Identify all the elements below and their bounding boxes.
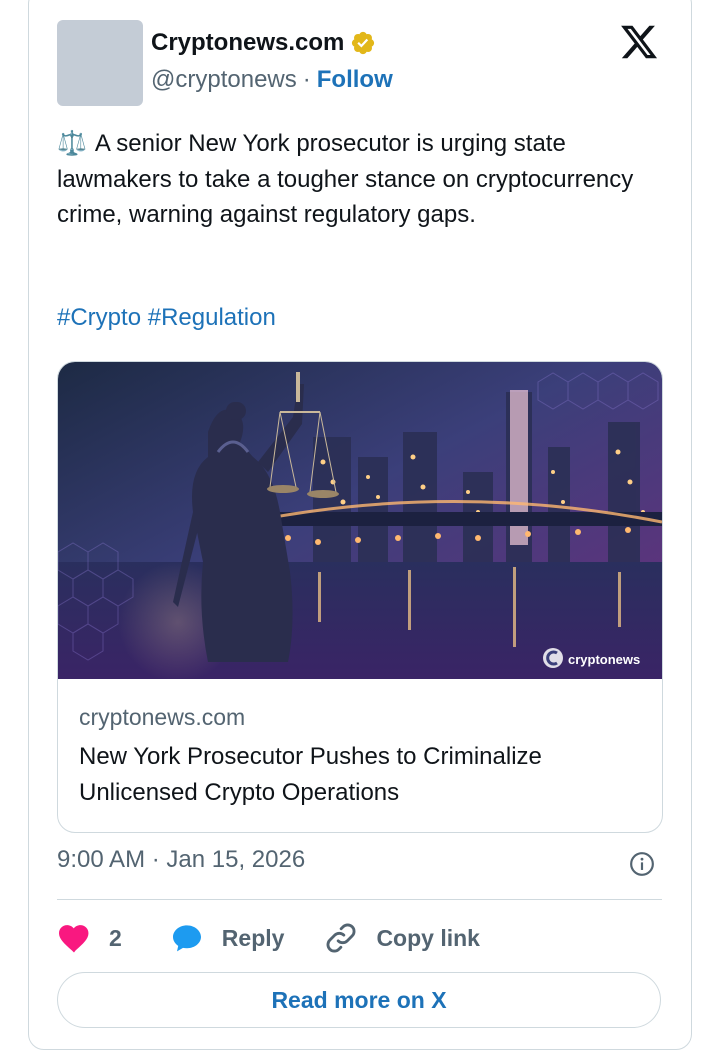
verified-badge-icon: [352, 31, 375, 55]
watermark-text: cryptonews: [568, 652, 640, 667]
tweet-timestamp[interactable]: 9:00 AM · Jan 15, 2026: [57, 846, 305, 874]
hashtags: #Crypto #Regulation: [57, 304, 276, 332]
reply-button[interactable]: Reply: [170, 922, 285, 954]
hashtag-regulation[interactable]: #Regulation: [148, 304, 276, 331]
author-name-row: Cryptonews.com: [151, 29, 376, 57]
action-bar: 2 Reply Copy link: [57, 918, 480, 958]
hashtag-crypto[interactable]: #Crypto: [57, 304, 141, 331]
copy-link-label: Copy link: [376, 924, 480, 951]
info-icon[interactable]: [629, 851, 655, 877]
avatar[interactable]: [57, 20, 143, 106]
author-display-name[interactable]: Cryptonews.com: [151, 29, 344, 57]
article-image: cryptonews: [58, 362, 662, 679]
tweet-body: A senior New York prosecutor is urging s…: [57, 130, 634, 228]
balance-scale-emoji: ⚖️: [57, 130, 87, 157]
link-preview-card[interactable]: cryptonews cryptonews.com New York Prose…: [57, 361, 663, 833]
reply-label: Reply: [221, 924, 285, 951]
link-icon: [327, 923, 356, 953]
author-handle[interactable]: @cryptonews: [151, 66, 297, 94]
divider: [57, 899, 662, 900]
tweet-text: ⚖️ A senior New York prosecutor is urging…: [57, 126, 647, 233]
read-more-button[interactable]: Read more on X: [57, 972, 661, 1028]
separator-dot: ·: [302, 66, 311, 93]
like-count: 2: [109, 924, 122, 951]
copy-link-button[interactable]: Copy link: [324, 921, 480, 955]
x-logo-icon[interactable]: [618, 22, 660, 62]
heart-icon: [59, 925, 89, 953]
like-button[interactable]: 2: [57, 923, 122, 953]
author-handle-row: @cryptonews · Follow: [151, 66, 393, 94]
link-domain: cryptonews.com: [79, 704, 246, 730]
follow-button[interactable]: Follow: [317, 66, 393, 94]
link-title: New York Prosecutor Pushes to Criminaliz…: [79, 743, 542, 806]
reply-bubble-icon: [172, 925, 201, 952]
